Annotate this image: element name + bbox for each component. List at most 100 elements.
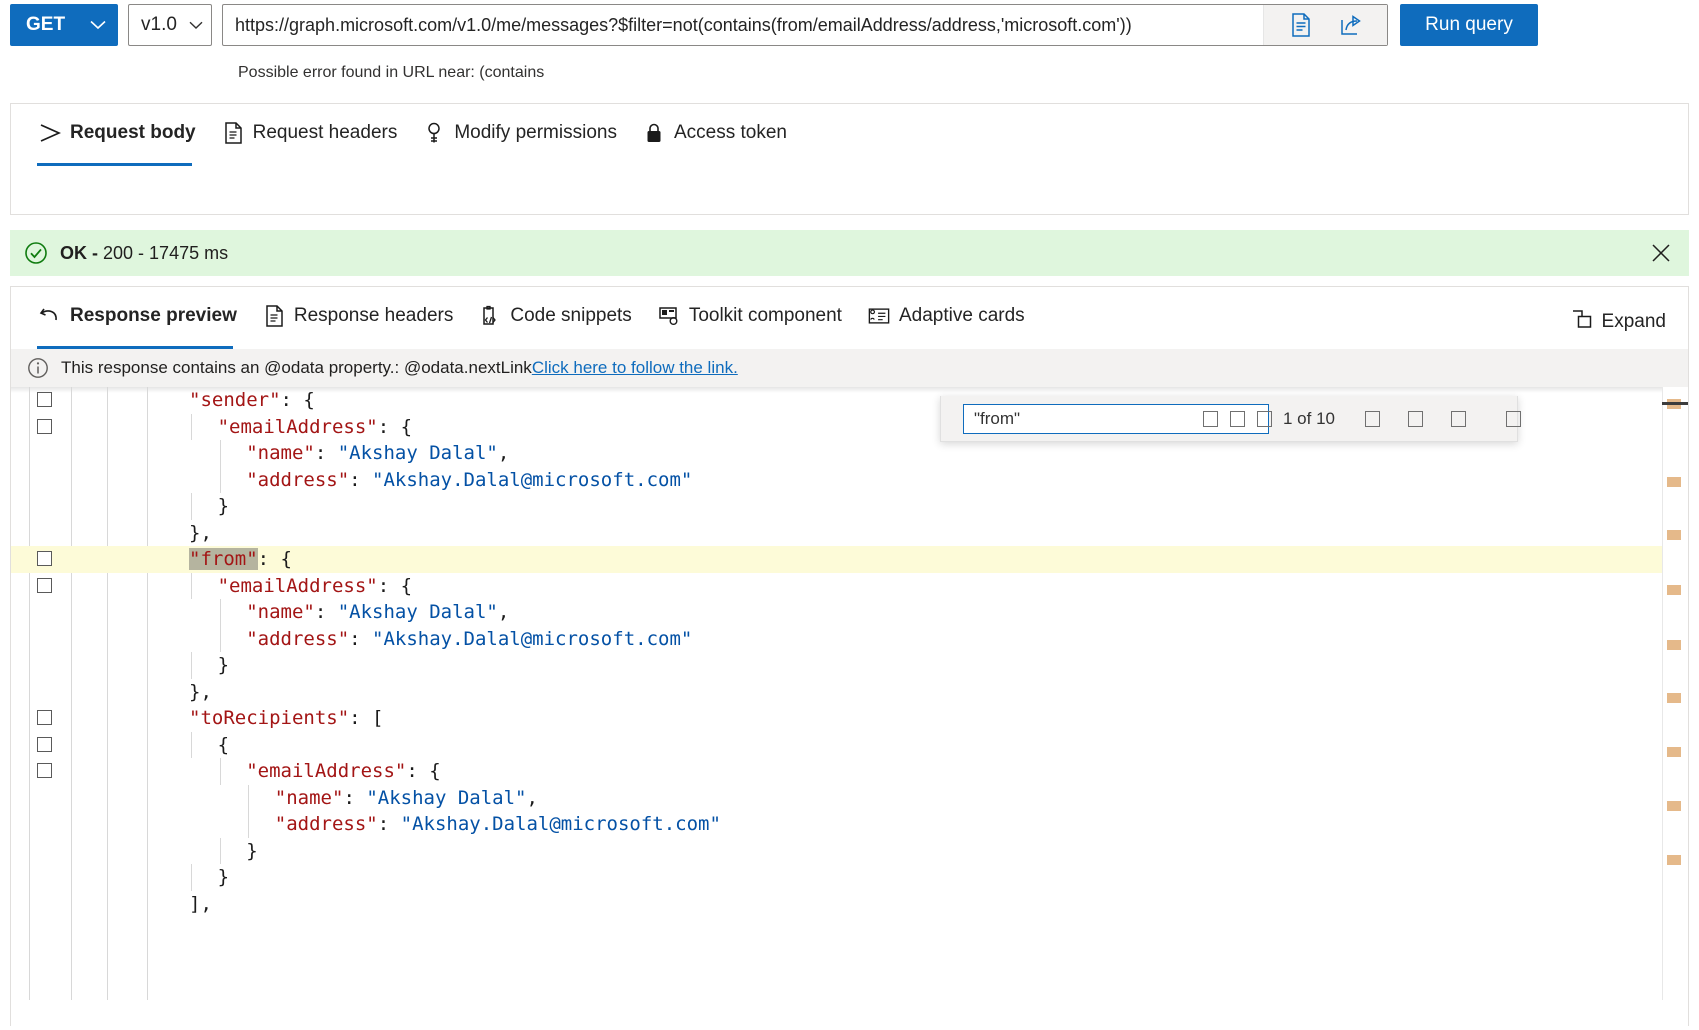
code-line[interactable]: "address": "Akshay.Dalal@microsoft.com"	[11, 625, 1688, 652]
code-token: "name"	[246, 442, 315, 464]
match-case-toggle[interactable]	[1203, 410, 1218, 427]
odata-info-banner: This response contains an @odata propert…	[11, 349, 1688, 387]
fold-toggle-icon[interactable]	[37, 392, 52, 407]
tab-request-body[interactable]: Request body	[29, 110, 212, 166]
response-tabstrip: Response preview Response headers Code s…	[11, 287, 1688, 349]
tab-access-token[interactable]: Access token	[633, 110, 803, 166]
code-line-text: ],	[189, 891, 212, 918]
tab-response-headers[interactable]: Response headers	[253, 293, 470, 349]
code-line[interactable]: "toRecipients": [	[11, 705, 1688, 732]
code-line[interactable]: }	[11, 837, 1688, 865]
code-line-text: "sender": {	[189, 387, 315, 414]
use-regex-toggle[interactable]	[1257, 410, 1272, 427]
indent-guide	[191, 864, 192, 891]
tab-response-preview[interactable]: Response preview	[29, 293, 253, 349]
code-line[interactable]: "from": {	[11, 546, 1688, 573]
url-error-hint: Possible error found in URL near: (conta…	[238, 64, 545, 81]
code-line-text: "emailAddress": {	[246, 758, 440, 785]
code-token: ,	[497, 442, 510, 464]
odata-info-text: This response contains an @odata propert…	[61, 358, 532, 377]
find-widget[interactable]: 1 of 10	[940, 396, 1521, 442]
tab-adaptive-cards[interactable]: Adaptive cards	[858, 293, 1041, 349]
tab-code-snippets[interactable]: Code snippets	[469, 293, 647, 349]
code-token: }	[246, 839, 258, 862]
previous-match-button[interactable]	[1365, 410, 1380, 427]
find-input[interactable]	[972, 407, 1197, 430]
code-token: }	[217, 495, 230, 517]
fold-toggle-icon[interactable]	[37, 551, 52, 566]
code-line[interactable]: "emailAddress": {	[11, 572, 1688, 600]
code-line[interactable]: {	[11, 731, 1688, 758]
json-code-lines[interactable]: "sender": {"emailAddress": {"name": "Aks…	[11, 387, 1688, 1000]
code-line[interactable]: }	[11, 864, 1688, 891]
http-method-select[interactable]: GET	[10, 4, 118, 46]
code-token: ,	[526, 786, 538, 809]
code-line-text: "emailAddress": {	[218, 573, 412, 600]
code-token: :	[349, 627, 373, 650]
code-token: : {	[257, 548, 292, 570]
status-detail: 200 - 17475 ms	[103, 242, 229, 263]
request-url-input[interactable]	[223, 5, 1263, 45]
code-token: },	[189, 521, 212, 544]
code-line[interactable]: }	[11, 493, 1688, 520]
code-line[interactable]: "emailAddress": {	[11, 758, 1688, 785]
tab-toolkit-component[interactable]: Toolkit component	[648, 293, 858, 349]
editor-overview-ruler[interactable]	[1662, 387, 1688, 1000]
code-token: "emailAddress"	[217, 574, 378, 597]
code-line[interactable]: },	[11, 679, 1688, 706]
overview-match-mark	[1667, 530, 1681, 540]
tab-label: Code snippets	[510, 305, 632, 326]
response-panel: Response preview Response headers Code s…	[10, 286, 1689, 1026]
code-line[interactable]: "address": "Akshay.Dalal@microsoft.com"	[11, 466, 1688, 493]
code-line-text: }	[246, 838, 257, 865]
fold-toggle-icon[interactable]	[37, 710, 52, 725]
code-line[interactable]: "address": "Akshay.Dalal@microsoft.com"	[11, 811, 1688, 838]
fold-toggle-icon[interactable]	[37, 577, 52, 593]
overview-match-mark	[1667, 855, 1681, 865]
json-response-editor[interactable]: "sender": {"emailAddress": {"name": "Aks…	[11, 387, 1688, 1000]
status-message: OK - 200 - 17475 ms	[60, 243, 228, 264]
next-match-button[interactable]	[1408, 410, 1423, 427]
code-token: {	[217, 733, 230, 756]
share-link-icon[interactable]	[1337, 11, 1365, 39]
run-query-button[interactable]: Run query	[1400, 4, 1538, 46]
match-whole-word-toggle[interactable]	[1230, 410, 1245, 427]
code-line[interactable]: },	[11, 520, 1688, 547]
share-query-document-icon[interactable]	[1287, 11, 1315, 39]
tab-label: Response preview	[70, 305, 237, 326]
code-token: "Akshay Dalal"	[366, 786, 527, 809]
fold-toggle-icon[interactable]	[37, 736, 52, 752]
code-line-text: "from": {	[189, 546, 292, 573]
odata-nextlink-link[interactable]: Click here to follow the link.	[532, 358, 738, 378]
close-icon[interactable]	[1647, 239, 1675, 267]
code-token: ,	[497, 601, 510, 623]
tab-request-headers[interactable]: Request headers	[212, 110, 414, 166]
tab-label: Access token	[673, 122, 787, 143]
code-line[interactable]: "name": "Akshay Dalal",	[11, 599, 1688, 626]
tab-modify-permissions[interactable]: Modify permissions	[413, 110, 633, 166]
fold-toggle-icon[interactable]	[37, 418, 52, 434]
toolkit-icon	[658, 305, 680, 327]
expand-button[interactable]: Expand	[1571, 309, 1666, 335]
code-line[interactable]: }	[11, 652, 1688, 679]
fold-toggle-icon[interactable]	[37, 763, 52, 778]
code-line[interactable]: "name": "Akshay Dalal",	[11, 784, 1688, 812]
expand-label: Expand	[1601, 311, 1666, 332]
code-token: "address"	[246, 468, 350, 491]
find-match-count: 1 of 10	[1283, 408, 1335, 428]
find-in-selection-toggle[interactable]	[1451, 410, 1466, 427]
code-line-text: "name": "Akshay Dalal",	[275, 785, 538, 812]
code-token: ],	[189, 892, 212, 915]
tab-label: Toolkit component	[688, 305, 842, 326]
search-match-highlight: "from"	[189, 548, 258, 570]
code-line[interactable]: ],	[11, 891, 1688, 918]
overview-match-mark	[1667, 693, 1681, 703]
info-icon	[27, 357, 49, 379]
code-line-text: }	[218, 493, 229, 520]
close-find-button[interactable]	[1506, 410, 1521, 427]
code-line[interactable]: "name": "Akshay Dalal",	[11, 440, 1688, 467]
api-version-select[interactable]: v1.0	[128, 4, 212, 46]
tab-label: Modify permissions	[454, 122, 617, 143]
find-nav-group	[1359, 410, 1527, 427]
code-token: "Akshay.Dalal@microsoft.com"	[372, 627, 693, 650]
